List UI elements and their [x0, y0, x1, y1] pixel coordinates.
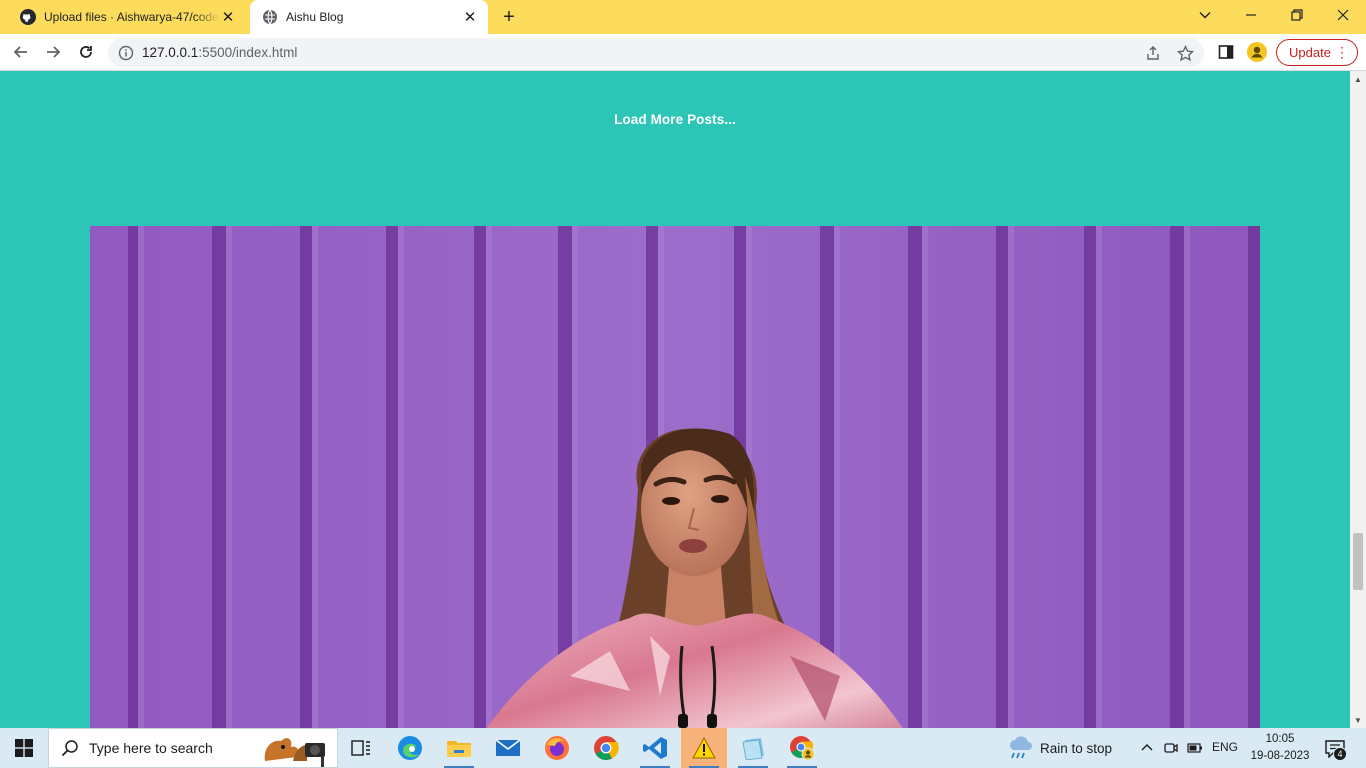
update-button[interactable]: Update ⋮: [1276, 39, 1358, 66]
back-button[interactable]: [7, 38, 35, 66]
taskbar-vscode[interactable]: [632, 728, 678, 768]
chrome-icon: [594, 736, 619, 761]
scrollbar-thumb[interactable]: [1353, 533, 1363, 590]
blog-page: Load More Posts...: [0, 71, 1350, 728]
restore-button[interactable]: [1274, 0, 1320, 30]
taskbar-chrome-profile[interactable]: [779, 728, 825, 768]
file-explorer-icon: [447, 741, 471, 757]
taskbar-mail[interactable]: [485, 728, 531, 768]
battery-icon[interactable]: [1186, 739, 1204, 757]
windows-taskbar: Type here to search Rain to stop ENG 10:…: [0, 728, 1366, 768]
windows-start-button[interactable]: [0, 728, 48, 768]
profile-avatar-icon[interactable]: [1247, 42, 1267, 62]
show-hidden-icons-chevron-icon[interactable]: [1138, 739, 1156, 757]
reload-button[interactable]: [72, 38, 100, 66]
search-placeholder: Type here to search: [89, 740, 213, 756]
input-language-indicator[interactable]: ENG: [1212, 740, 1238, 754]
close-tab-icon[interactable]: ✕: [462, 9, 478, 26]
taskbar-warning-app[interactable]: [681, 728, 727, 768]
search-highlight-squirrel-icon: [264, 738, 325, 767]
scroll-down-arrow-icon[interactable]: ▼: [1350, 712, 1366, 728]
url-host: 127.0.0.1: [142, 45, 199, 60]
tab-search-chevron-icon[interactable]: [1182, 0, 1228, 30]
meet-now-icon[interactable]: [1162, 739, 1180, 757]
clock-date: 19-08-2023: [1250, 750, 1310, 762]
tab-aishu-blog[interactable]: Aishu Blog ✕: [250, 0, 488, 34]
hero-image: [90, 226, 1260, 728]
side-panel-icon[interactable]: [1216, 42, 1236, 62]
taskbar-clock[interactable]: 10:05 19-08-2023: [1240, 731, 1320, 765]
hero-photo-illustration: [90, 226, 1260, 728]
tab-title: Aishu Blog: [286, 10, 344, 24]
github-icon: [20, 9, 36, 25]
url-path: :5500/index.html: [198, 45, 298, 60]
weather-text: Rain to stop: [1040, 740, 1113, 756]
taskbar-firefox[interactable]: [534, 728, 580, 768]
warning-app-icon: [692, 737, 716, 759]
scroll-up-arrow-icon[interactable]: ▲: [1350, 71, 1366, 87]
address-bar[interactable]: 127.0.0.1:5500/index.html: [108, 38, 1204, 67]
share-icon[interactable]: [1144, 44, 1162, 62]
load-more-posts-link[interactable]: Load More Posts...: [0, 112, 1350, 127]
clock-time: 10:05: [1265, 733, 1295, 745]
rain-cloud-icon: [1006, 734, 1034, 762]
globe-icon: [262, 9, 278, 25]
close-window-button[interactable]: [1320, 0, 1366, 30]
update-label: Update: [1289, 45, 1331, 60]
notification-center-button[interactable]: 4: [1322, 736, 1348, 762]
task-view-button[interactable]: [338, 728, 384, 768]
chrome-profile-icon: [790, 736, 815, 761]
bookmark-star-icon[interactable]: [1176, 44, 1194, 62]
taskbar-notepad[interactable]: [730, 728, 776, 768]
site-info-icon[interactable]: [118, 45, 134, 61]
weather-widget[interactable]: Rain to stop: [1006, 728, 1112, 768]
notepad-icon: [742, 738, 764, 760]
close-tab-icon[interactable]: ✕: [220, 9, 236, 26]
tab-title: Upload files · Aishwarya-47/code: [44, 10, 219, 24]
url-text: 127.0.0.1:5500/index.html: [142, 45, 297, 60]
taskbar-edge[interactable]: [387, 728, 433, 768]
notification-count-badge: 4: [1333, 747, 1347, 761]
taskbar-search-box[interactable]: Type here to search: [48, 728, 338, 768]
windows-logo-icon: [15, 739, 33, 757]
browser-tab-strip: Upload files · Aishwarya-47/code ✕ Aishu…: [0, 0, 1366, 34]
edge-icon: [398, 736, 422, 760]
firefox-icon: [545, 736, 569, 760]
tab-github-upload[interactable]: Upload files · Aishwarya-47/code ✕: [8, 0, 246, 34]
new-tab-button[interactable]: +: [497, 5, 521, 29]
menu-kebab-icon[interactable]: ⋮: [1335, 44, 1349, 60]
minimize-button[interactable]: [1228, 0, 1274, 30]
forward-button[interactable]: [39, 38, 67, 66]
browser-toolbar: 127.0.0.1:5500/index.html Update ⋮: [0, 34, 1366, 71]
mail-icon: [495, 739, 521, 756]
page-scrollbar[interactable]: ▲ ▼: [1350, 71, 1366, 728]
taskbar-chrome[interactable]: [583, 728, 629, 768]
search-icon: [61, 739, 79, 757]
vscode-icon: [643, 737, 667, 759]
taskbar-file-explorer[interactable]: [436, 728, 482, 768]
task-view-icon: [351, 740, 370, 756]
screen: Upload files · Aishwarya-47/code ✕ Aishu…: [0, 0, 1366, 768]
